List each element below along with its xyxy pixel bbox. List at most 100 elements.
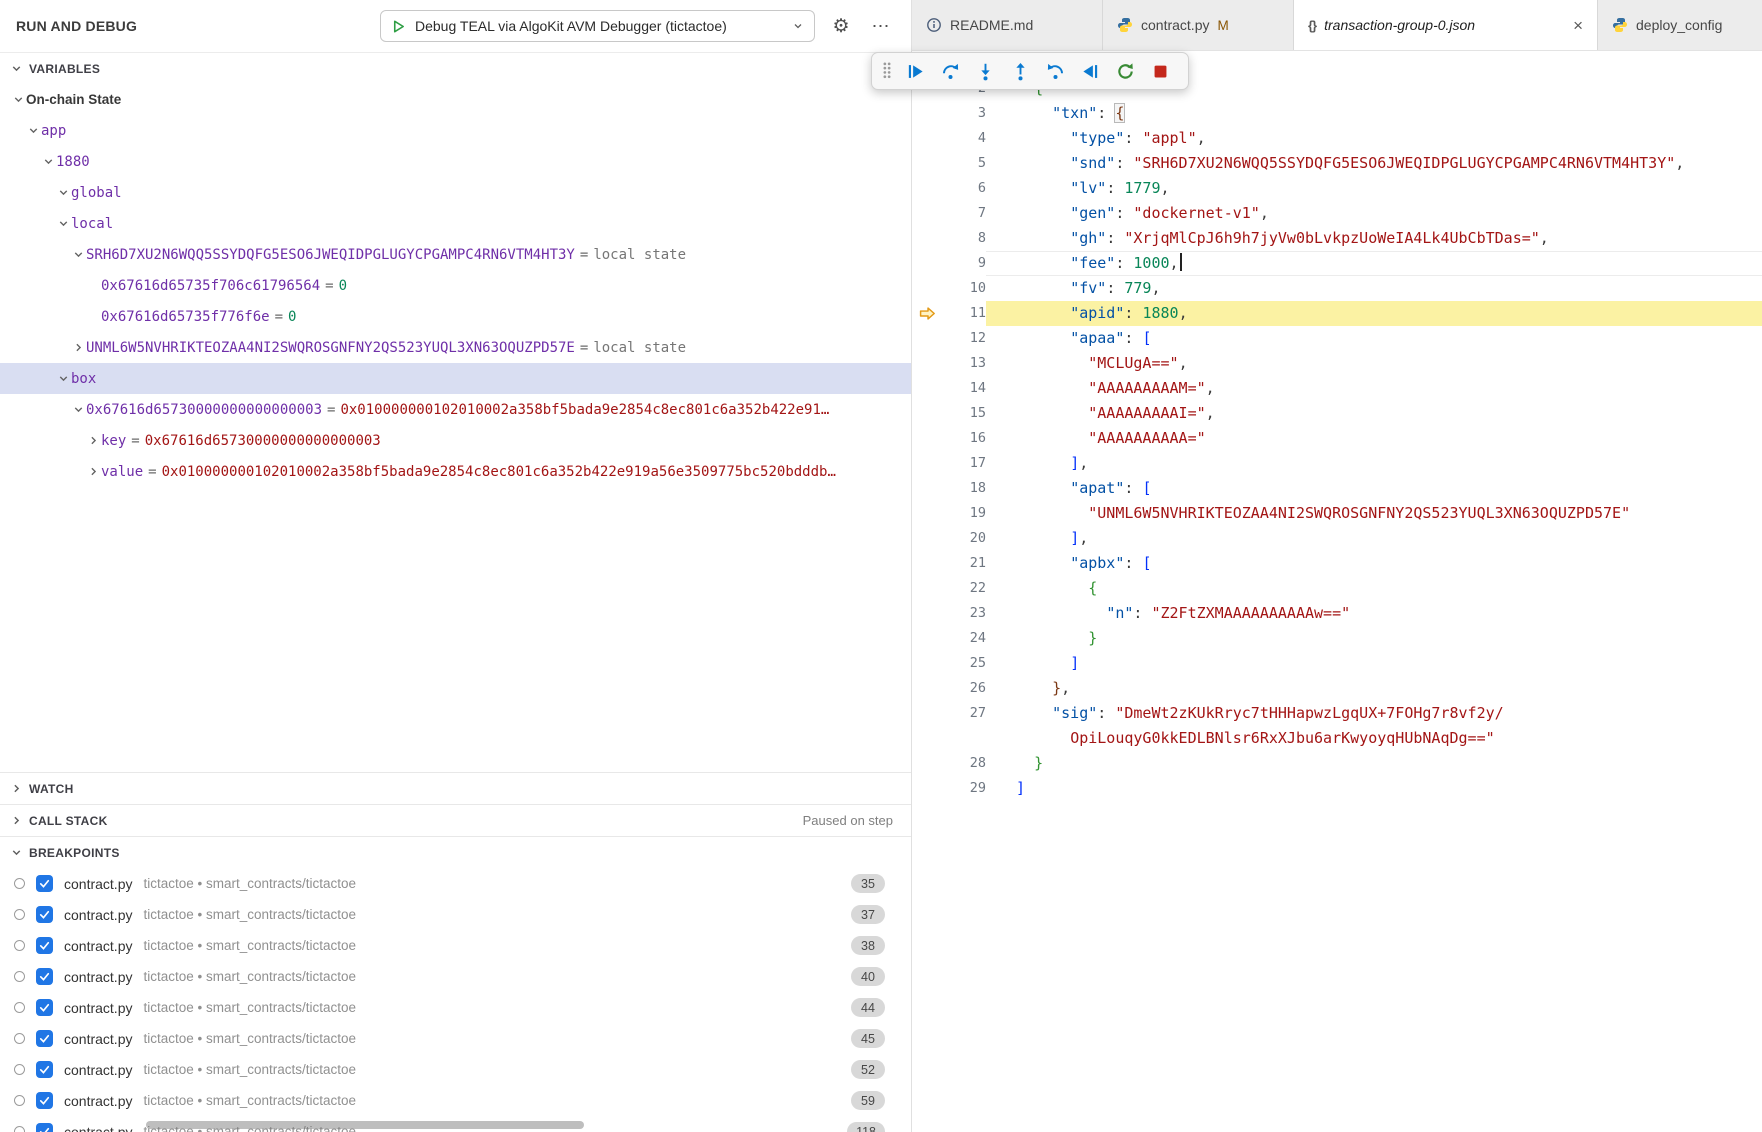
- gutter-glyph[interactable]: [912, 551, 942, 576]
- breakpoint-circle-icon[interactable]: [14, 971, 25, 982]
- code-line[interactable]: 25 ]: [912, 651, 1762, 676]
- line-number[interactable]: 19: [942, 501, 986, 526]
- code-line[interactable]: 21 "apbx": [: [912, 551, 1762, 576]
- line-number[interactable]: 24: [942, 626, 986, 651]
- breakpoint-checkbox[interactable]: [36, 906, 53, 923]
- code-line[interactable]: 5 "snd": "SRH6D7XU2N6WQQ5SSYDQFG5ESO6JWE…: [912, 151, 1762, 176]
- breakpoint-circle-icon[interactable]: [14, 1095, 25, 1106]
- line-number[interactable]: 26: [942, 676, 986, 701]
- drag-handle-icon[interactable]: [877, 61, 897, 81]
- variable-row[interactable]: box: [0, 363, 911, 394]
- gutter-glyph[interactable]: [912, 601, 942, 626]
- gutter-glyph[interactable]: [912, 226, 942, 251]
- code-line[interactable]: 22 {: [912, 576, 1762, 601]
- code-line[interactable]: 18 "apat": [: [912, 476, 1762, 501]
- code-line[interactable]: 26 },: [912, 676, 1762, 701]
- gutter-glyph[interactable]: [912, 376, 942, 401]
- gutter-glyph[interactable]: [912, 451, 942, 476]
- line-number[interactable]: 23: [942, 601, 986, 626]
- line-number[interactable]: 21: [942, 551, 986, 576]
- line-number[interactable]: 20: [942, 526, 986, 551]
- step-back-button[interactable]: [1038, 56, 1072, 86]
- breakpoint-checkbox[interactable]: [36, 1030, 53, 1047]
- gutter-glyph[interactable]: [912, 176, 942, 201]
- variable-row[interactable]: On-chain State: [0, 84, 911, 115]
- gutter-glyph[interactable]: [912, 126, 942, 151]
- step-over-button[interactable]: [933, 56, 967, 86]
- line-number[interactable]: 28: [942, 751, 986, 776]
- gutter-glyph[interactable]: [912, 401, 942, 426]
- breakpoint-row[interactable]: contract.pytictactoe • smart_contracts/t…: [0, 1085, 911, 1116]
- code-editor[interactable]: 1[2 {3 "txn": {4 "type": "appl",5 "snd":…: [912, 51, 1762, 1132]
- gutter-glyph[interactable]: [912, 701, 942, 726]
- code-line[interactable]: 3 "txn": {: [912, 101, 1762, 126]
- restart-button[interactable]: [1108, 56, 1142, 86]
- code-line[interactable]: 8 "gh": "XrjqMlCpJ6h9h7jyVw0bLvkpzUoWeIA…: [912, 226, 1762, 251]
- gutter-glyph[interactable]: [912, 201, 942, 226]
- code-line[interactable]: 9 "fee": 1000,: [912, 251, 1762, 276]
- variable-row[interactable]: value=0x010000000102010002a358bf5bada9e2…: [0, 456, 911, 487]
- gutter-glyph[interactable]: [912, 576, 942, 601]
- code-line[interactable]: 23 "n": "Z2FtZXMAAAAAAAAAAw==": [912, 601, 1762, 626]
- horizontal-scrollbar[interactable]: [146, 1121, 584, 1129]
- breakpoint-checkbox[interactable]: [36, 999, 53, 1016]
- line-number[interactable]: 4: [942, 126, 986, 151]
- breakpoint-checkbox[interactable]: [36, 1061, 53, 1078]
- code-line[interactable]: 24 }: [912, 626, 1762, 651]
- breakpoint-circle-icon[interactable]: [14, 1002, 25, 1013]
- gutter-glyph[interactable]: [912, 326, 942, 351]
- stop-button[interactable]: [1143, 56, 1177, 86]
- callstack-section-header[interactable]: CALL STACK Paused on step: [0, 804, 911, 836]
- breakpoint-checkbox[interactable]: [36, 875, 53, 892]
- gutter-glyph[interactable]: [912, 151, 942, 176]
- code-line[interactable]: 27 "sig": "DmeWt2zKUkRryc7tHHHapwzLgqUX+…: [912, 701, 1762, 726]
- line-number[interactable]: 9: [942, 251, 986, 276]
- line-number[interactable]: 22: [942, 576, 986, 601]
- line-number[interactable]: 11: [942, 301, 986, 326]
- line-number[interactable]: 25: [942, 651, 986, 676]
- breakpoint-checkbox[interactable]: [36, 968, 53, 985]
- code-line[interactable]: 16 "AAAAAAAAAA=": [912, 426, 1762, 451]
- gutter-glyph[interactable]: [912, 426, 942, 451]
- line-number[interactable]: 29: [942, 776, 986, 801]
- breakpoint-circle-icon[interactable]: [14, 1064, 25, 1075]
- code-line[interactable]: 14 "AAAAAAAAAM=",: [912, 376, 1762, 401]
- code-line[interactable]: 4 "type": "appl",: [912, 126, 1762, 151]
- variable-row[interactable]: key=0x67616d65730000000000000003: [0, 425, 911, 456]
- gutter-glyph[interactable]: [912, 651, 942, 676]
- breakpoint-circle-icon[interactable]: [14, 909, 25, 920]
- gutter-glyph[interactable]: [912, 526, 942, 551]
- code-line[interactable]: 29]: [912, 776, 1762, 801]
- more-actions-icon[interactable]: ⋯: [867, 16, 895, 37]
- breakpoint-circle-icon[interactable]: [14, 1033, 25, 1044]
- variable-row[interactable]: UNML6W5NVHRIKTEOZAA4NI2SWQROSGNFNY2QS523…: [0, 332, 911, 363]
- code-line[interactable]: 10 "fv": 779,: [912, 276, 1762, 301]
- gear-icon[interactable]: ⚙: [827, 15, 855, 38]
- watch-section-header[interactable]: WATCH: [0, 772, 911, 804]
- code-line[interactable]: OpiLouqyG0kkEDLBNlsr6RxXJbu6arKwyoyqHUbN…: [912, 726, 1762, 751]
- gutter-glyph[interactable]: [912, 276, 942, 301]
- gutter-glyph[interactable]: [912, 251, 942, 276]
- code-line[interactable]: 7 "gen": "dockernet-v1",: [912, 201, 1762, 226]
- line-number[interactable]: 18: [942, 476, 986, 501]
- code-line[interactable]: 20 ],: [912, 526, 1762, 551]
- close-icon[interactable]: ×: [1573, 17, 1583, 34]
- variable-row[interactable]: 0x67616d65735f706c61796564=0: [0, 270, 911, 301]
- code-line[interactable]: 15 "AAAAAAAAAI=",: [912, 401, 1762, 426]
- line-number[interactable]: 7: [942, 201, 986, 226]
- breakpoint-row[interactable]: contract.pytictactoe • smart_contracts/t…: [0, 899, 911, 930]
- code-line[interactable]: 28 }: [912, 751, 1762, 776]
- breakpoint-row[interactable]: contract.pytictactoe • smart_contracts/t…: [0, 868, 911, 899]
- breakpoint-checkbox[interactable]: [36, 1123, 53, 1132]
- code-line[interactable]: 19 "UNML6W5NVHRIKTEOZAA4NI2SWQROSGNFNY2Q…: [912, 501, 1762, 526]
- code-line[interactable]: 12 "apaa": [: [912, 326, 1762, 351]
- gutter-glyph[interactable]: [912, 676, 942, 701]
- variable-row[interactable]: local: [0, 208, 911, 239]
- tab-transaction-group-json[interactable]: {} transaction-group-0.json ×: [1294, 0, 1598, 50]
- variable-row[interactable]: app: [0, 115, 911, 146]
- debug-current-line-arrow-icon[interactable]: [912, 301, 942, 326]
- breakpoint-circle-icon[interactable]: [14, 1126, 25, 1132]
- breakpoint-row[interactable]: contract.pytictactoe • smart_contracts/t…: [0, 930, 911, 961]
- tab-deploy-config[interactable]: deploy_config: [1598, 0, 1762, 50]
- line-number[interactable]: 12: [942, 326, 986, 351]
